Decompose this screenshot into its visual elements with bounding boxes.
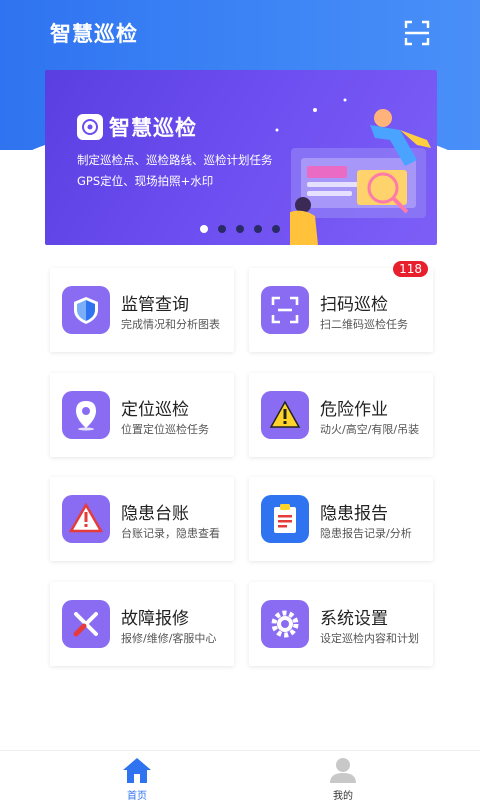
card-label: 危险作业	[320, 400, 388, 420]
card-subtitle: 扫二维码巡检任务	[320, 318, 408, 331]
warning-sign-icon	[261, 391, 309, 439]
card-subtitle: 隐患报告记录/分析	[320, 527, 412, 540]
card-dangerous-work[interactable]: 危险作业 动火/高空/有限/吊装	[249, 373, 433, 457]
card-subtitle: 设定巡检内容和计划	[320, 632, 419, 645]
carousel-dot[interactable]	[236, 225, 244, 233]
card-label: 故障报修	[121, 609, 189, 629]
card-system-settings[interactable]: 系统设置 设定巡检内容和计划	[249, 582, 433, 666]
tab-mine-label: 我的	[333, 791, 353, 800]
card-subtitle: 报修/维修/客服中心	[121, 632, 217, 645]
card-scan-inspection[interactable]: 扫码巡检 扫二维码巡检任务 118	[249, 260, 433, 352]
shield-icon	[62, 286, 110, 334]
bottom-tab-bar: 首页 我的	[0, 750, 480, 800]
card-subtitle: 台账记录，隐患查看	[121, 527, 220, 540]
card-label: 系统设置	[320, 609, 388, 629]
banner-line-1: 制定巡检点、巡检路线、巡检计划任务	[77, 153, 273, 167]
clipboard-report-icon	[261, 495, 309, 543]
card-fault-repair[interactable]: 故障报修 报修/维修/客服中心	[50, 582, 234, 666]
user-icon	[330, 758, 356, 783]
promo-banner[interactable]: 智慧巡检 制定巡检点、巡检路线、巡检计划任务 GPS定位、现场拍照+水印	[45, 70, 437, 245]
tab-home-label: 首页	[127, 791, 147, 800]
banner-line-2: GPS定位、现场拍照+水印	[77, 174, 214, 188]
card-location-inspection[interactable]: 定位巡检 位置定位巡检任务	[50, 373, 234, 457]
carousel-dot[interactable]	[254, 225, 262, 233]
scan-icon	[404, 20, 430, 46]
qr-scan-icon	[261, 286, 309, 334]
card-label: 定位巡检	[121, 400, 189, 420]
logo-icon	[77, 114, 103, 140]
card-label: 隐患报告	[320, 504, 388, 524]
carousel-dot[interactable]	[218, 225, 226, 233]
tab-home[interactable]: 首页	[97, 753, 177, 800]
card-subtitle: 位置定位巡检任务	[121, 423, 209, 436]
gear-icon	[261, 600, 309, 648]
carousel-dot[interactable]	[272, 225, 280, 233]
wrench-screwdriver-icon	[62, 600, 110, 648]
page-title: 智慧巡检	[50, 22, 138, 46]
hazard-triangle-icon	[62, 495, 110, 543]
card-hazard-report[interactable]: 隐患报告 隐患报告记录/分析	[249, 477, 433, 561]
card-subtitle: 动火/高空/有限/吊装	[320, 423, 420, 436]
tab-mine[interactable]: 我的	[303, 753, 383, 800]
notification-badge: 118	[392, 260, 429, 278]
carousel-indicator	[200, 225, 290, 233]
banner-logo-text: 智慧巡检	[109, 116, 197, 140]
card-subtitle: 完成情况和分析图表	[121, 318, 220, 331]
home-icon	[123, 758, 151, 783]
scan-button[interactable]	[404, 20, 430, 46]
location-pin-icon	[62, 391, 110, 439]
card-hazard-ledger[interactable]: 隐患台账 台账记录，隐患查看	[50, 477, 234, 561]
carousel-dot[interactable]	[200, 225, 208, 233]
card-label: 隐患台账	[121, 504, 189, 524]
card-label: 扫码巡检	[320, 295, 388, 315]
card-supervision-query[interactable]: 监管查询 完成情况和分析图表	[50, 268, 234, 352]
card-label: 监管查询	[121, 295, 189, 315]
